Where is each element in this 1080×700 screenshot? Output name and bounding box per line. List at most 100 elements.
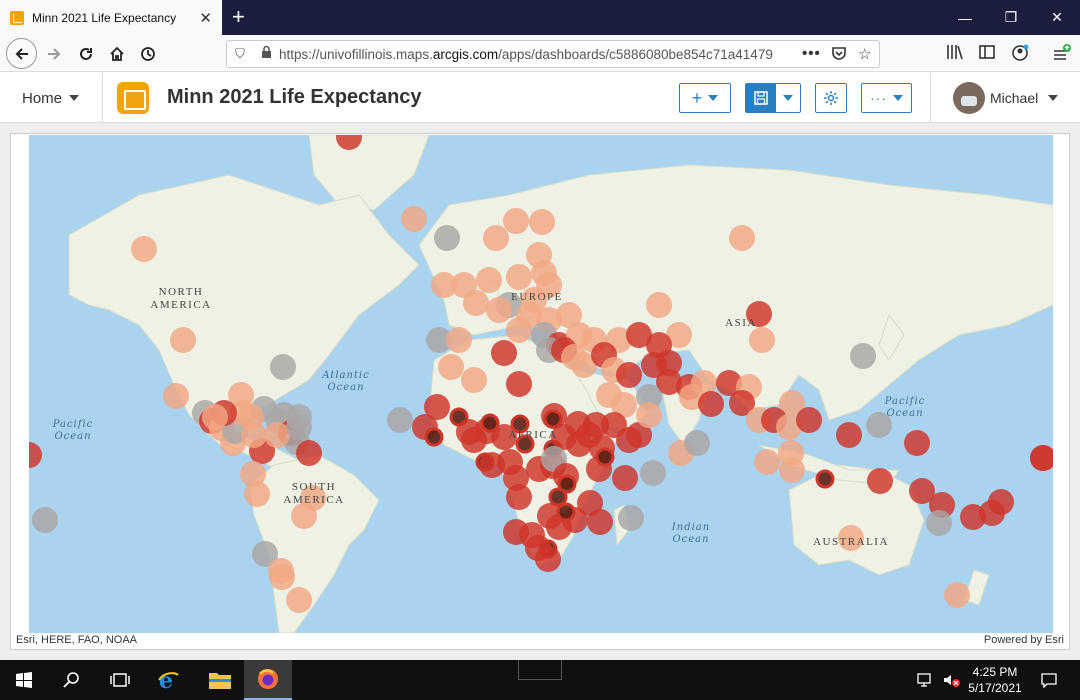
world-map[interactable]: NORTH AMERICA SOUTH AMERICA EUROPE ASIA AF…	[29, 135, 1053, 633]
library-icon[interactable]	[946, 44, 964, 65]
country-marker[interactable]	[503, 208, 529, 234]
country-marker[interactable]	[698, 391, 724, 417]
country-marker[interactable]	[241, 422, 267, 448]
close-window-icon[interactable]: ✕	[1034, 0, 1080, 35]
reload-button[interactable]	[70, 38, 102, 70]
address-bar[interactable]: ⛉ https://univofillinois.maps.arcgis.com…	[226, 40, 880, 68]
country-marker[interactable]	[749, 327, 775, 353]
country-marker[interactable]	[616, 362, 642, 388]
country-marker[interactable]	[476, 267, 502, 293]
country-marker[interactable]	[131, 236, 157, 262]
minimize-icon[interactable]: —	[942, 0, 988, 35]
country-marker[interactable]	[446, 327, 472, 353]
home-dropdown[interactable]: Home	[0, 73, 103, 123]
home-button[interactable]	[101, 38, 133, 70]
country-marker[interactable]	[202, 404, 228, 430]
country-marker[interactable]	[270, 354, 296, 380]
country-marker[interactable]	[486, 297, 512, 323]
country-marker[interactable]	[904, 430, 930, 456]
country-marker[interactable]	[612, 465, 638, 491]
country-marker[interactable]	[286, 414, 312, 440]
country-marker[interactable]	[867, 468, 893, 494]
settings-button[interactable]	[815, 83, 847, 113]
country-marker[interactable]	[535, 546, 561, 572]
new-tab-button[interactable]: +	[232, 4, 245, 30]
country-marker[interactable]	[754, 449, 780, 475]
system-clock[interactable]: 4:25 PM 5/17/2021	[955, 664, 1035, 696]
country-marker[interactable]	[483, 225, 509, 251]
country-marker[interactable]	[244, 481, 270, 507]
country-marker[interactable]	[506, 317, 532, 343]
country-marker[interactable]	[684, 430, 710, 456]
country-marker[interactable]	[424, 394, 450, 420]
country-marker[interactable]	[438, 354, 464, 380]
save-menu-chevron[interactable]	[776, 95, 800, 101]
country-marker[interactable]	[636, 402, 662, 428]
country-marker[interactable]	[779, 457, 805, 483]
save-button[interactable]	[745, 83, 801, 113]
back-button[interactable]	[6, 38, 37, 69]
save-icon[interactable]	[746, 84, 776, 112]
country-marker[interactable]	[583, 412, 609, 438]
country-marker[interactable]	[595, 447, 615, 467]
country-marker[interactable]	[506, 371, 532, 397]
country-marker[interactable]	[587, 509, 613, 535]
firefox-taskbar-icon[interactable]	[244, 660, 292, 700]
powered-by-esri[interactable]: Powered by Esri	[984, 634, 1064, 646]
task-view-button[interactable]	[96, 660, 144, 700]
internet-explorer-taskbar-icon[interactable]: e	[144, 660, 192, 700]
pocket-icon[interactable]	[831, 45, 847, 65]
country-marker[interactable]	[529, 209, 555, 235]
close-tab-icon[interactable]: ✕	[199, 9, 212, 27]
restore-icon[interactable]: ❐	[988, 0, 1034, 35]
shield-icon[interactable]: ⛉	[227, 46, 253, 62]
history-button[interactable]	[132, 38, 164, 70]
forward-button[interactable]	[38, 38, 70, 70]
country-marker[interactable]	[506, 264, 532, 290]
country-marker[interactable]	[291, 503, 317, 529]
country-marker[interactable]	[556, 502, 576, 522]
country-marker[interactable]	[434, 225, 460, 251]
country-marker[interactable]	[729, 225, 755, 251]
country-marker[interactable]	[401, 206, 427, 232]
browser-tab[interactable]: Minn 2021 Life Expectancy ✕	[0, 0, 222, 35]
country-marker[interactable]	[548, 487, 568, 507]
country-marker[interactable]	[269, 564, 295, 590]
country-marker[interactable]	[463, 290, 489, 316]
country-marker[interactable]	[424, 427, 444, 447]
search-button[interactable]	[48, 660, 96, 700]
notifications-button[interactable]	[1034, 660, 1064, 700]
more-options-button[interactable]: ···	[861, 83, 912, 113]
add-element-button[interactable]: +	[679, 83, 731, 113]
lock-icon[interactable]	[253, 45, 279, 62]
country-marker[interactable]	[944, 582, 970, 608]
start-button[interactable]	[0, 660, 48, 700]
app-menu-icon[interactable]	[1052, 44, 1072, 67]
country-marker[interactable]	[796, 407, 822, 433]
country-marker[interactable]	[491, 340, 517, 366]
country-marker[interactable]	[32, 507, 58, 533]
country-marker[interactable]	[461, 367, 487, 393]
country-marker[interactable]	[286, 587, 312, 613]
country-marker[interactable]	[543, 409, 563, 429]
country-marker[interactable]	[618, 505, 644, 531]
account-icon[interactable]	[1011, 44, 1029, 67]
sidebar-icon[interactable]	[979, 44, 995, 65]
country-marker[interactable]	[646, 292, 672, 318]
country-marker[interactable]	[163, 383, 189, 409]
file-explorer-taskbar-icon[interactable]	[196, 660, 244, 700]
country-marker[interactable]	[815, 469, 835, 489]
country-marker[interactable]	[170, 327, 196, 353]
country-marker[interactable]	[836, 422, 862, 448]
country-marker[interactable]	[850, 343, 876, 369]
country-marker[interactable]	[640, 460, 666, 486]
page-actions-menu-icon[interactable]: •••	[802, 45, 821, 62]
country-marker[interactable]	[988, 489, 1014, 515]
country-marker[interactable]	[387, 407, 413, 433]
country-marker[interactable]	[506, 484, 532, 510]
url-text[interactable]: https://univofillinois.maps.arcgis.com/a…	[279, 47, 789, 62]
country-marker[interactable]	[296, 440, 322, 466]
user-menu[interactable]: Michael	[930, 73, 1080, 123]
country-marker[interactable]	[926, 510, 952, 536]
network-tray-icon[interactable]	[912, 660, 938, 700]
